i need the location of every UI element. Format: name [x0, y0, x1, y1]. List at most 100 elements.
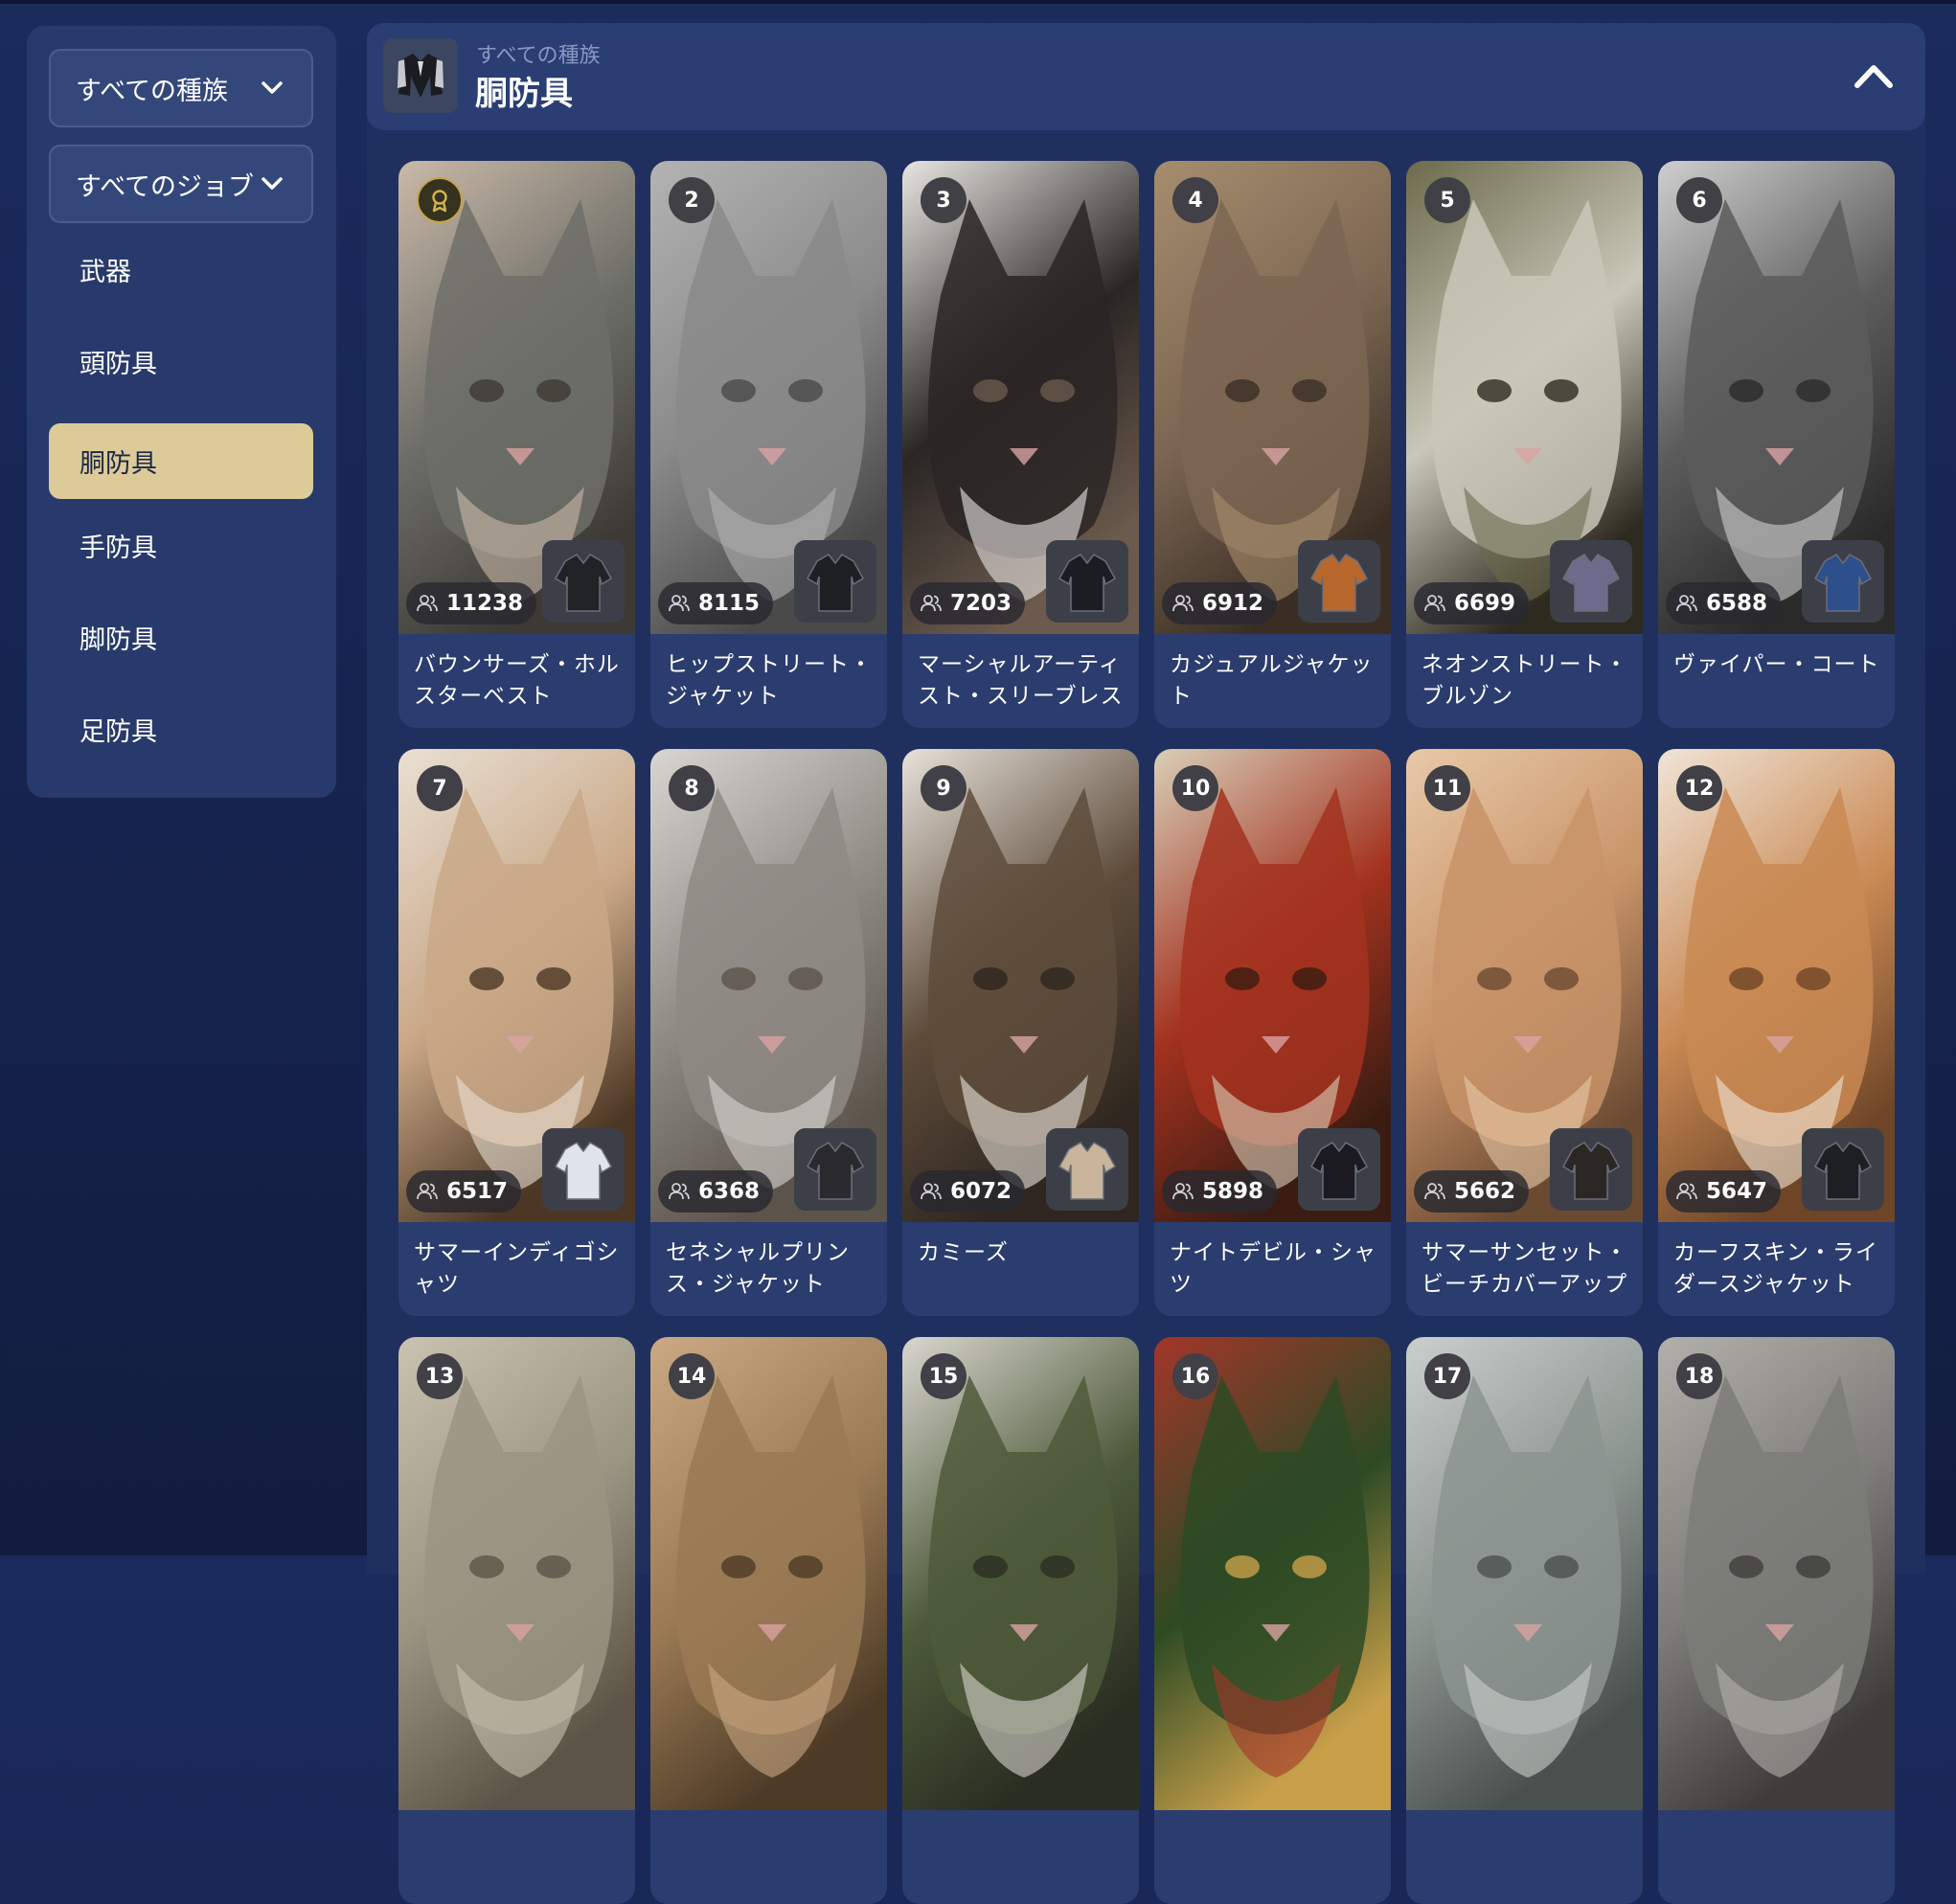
- item-card[interactable]: 7 6517 サマーインディゴシャツ: [398, 749, 635, 1316]
- rank-number: 14: [676, 1364, 707, 1389]
- garment-thumbnail-icon: [794, 1128, 876, 1211]
- cat-photo: [650, 1337, 887, 1810]
- garment-thumbnail-icon: [1046, 1128, 1128, 1211]
- sidebar-item-leg-armor[interactable]: 脚防具: [49, 600, 313, 675]
- garment-thumbnail-icon: [542, 1128, 625, 1211]
- sidebar-item-head-armor[interactable]: 頭防具: [49, 324, 313, 399]
- item-card[interactable]: 9 6072 カミーズ: [902, 749, 1139, 1316]
- cat-eye-right: [1292, 379, 1327, 402]
- rank-badge: 16: [1172, 1353, 1218, 1399]
- item-card[interactable]: 12 5647 カーフスキン・ライダースジャケット: [1658, 749, 1895, 1316]
- rank-number: 11: [1432, 776, 1463, 801]
- item-card[interactable]: 8 6368 セネシャルプリンス・ジャケット: [650, 749, 887, 1316]
- sidebar-item-label: 武器: [80, 258, 131, 287]
- user-count: 6588: [1706, 591, 1768, 616]
- rank-badge: 10: [1172, 765, 1218, 811]
- user-count: 6517: [446, 1179, 509, 1204]
- rank-number: 5: [1440, 188, 1455, 213]
- item-card[interactable]: 13: [398, 1337, 635, 1904]
- item-name: バウンサーズ・ホルスターベスト: [414, 652, 620, 709]
- users-icon: [417, 595, 438, 612]
- cat-eye-right: [788, 379, 823, 402]
- item-name: カジュアルジャケット: [1170, 652, 1374, 709]
- rank-number: 10: [1180, 776, 1211, 801]
- cat-photo: [902, 1337, 1139, 1810]
- cat-photo: [398, 1337, 635, 1810]
- cat-eye-right: [788, 1555, 823, 1578]
- main-panel: すべての種族 胴防具 11238 バウンサーズ・ホルスターベスト 2 8115 ヒップス…: [367, 23, 1925, 1904]
- cat-eye-right: [1040, 1555, 1075, 1578]
- item-card[interactable]: 18: [1658, 1337, 1895, 1904]
- rank-badge: 11: [1424, 765, 1470, 811]
- sidebar-item-hand-armor[interactable]: 手防具: [49, 508, 313, 583]
- sidebar-item-label: 脚防具: [80, 625, 157, 655]
- cat-eye-left: [1477, 379, 1512, 402]
- item-card[interactable]: 16: [1154, 1337, 1391, 1904]
- body-armor-icon: [383, 38, 458, 113]
- user-count: 5662: [1454, 1179, 1516, 1204]
- cat-eye-right: [536, 967, 571, 990]
- cat-eye-right: [536, 1555, 571, 1578]
- cat-eye-left: [469, 967, 504, 990]
- item-name: マーシャルアーティスト・スリーブレス: [918, 652, 1124, 709]
- rank-badge: 12: [1676, 765, 1722, 811]
- page-title: 胴防具: [475, 75, 573, 113]
- sidebar-item-foot-armor[interactable]: 足防具: [49, 691, 313, 767]
- item-card[interactable]: 2 8115 ヒップストリート・ジャケット: [650, 161, 887, 728]
- sidebar: すべての種族 すべてのジョブ 武器 頭防具 胴防具 手防具 脚防具 足防具: [27, 26, 336, 798]
- item-name: ヒップストリート・ジャケット: [666, 652, 873, 709]
- cat-eye-left: [1225, 379, 1260, 402]
- user-count: 7203: [950, 591, 1012, 616]
- item-card[interactable]: 4 6912 カジュアルジャケット: [1154, 161, 1391, 728]
- item-card[interactable]: 10 5898 ナイトデビル・シャツ: [1154, 749, 1391, 1316]
- users-icon: [1172, 1183, 1194, 1200]
- cat-eye-left: [1225, 1555, 1260, 1578]
- sidebar-item-weapons[interactable]: 武器: [49, 232, 313, 307]
- item-card[interactable]: 17: [1406, 1337, 1643, 1904]
- cat-eye-right: [1544, 1555, 1579, 1578]
- job-filter-dropdown[interactable]: すべてのジョブ: [49, 145, 313, 223]
- user-count-badge: 6699: [1414, 582, 1530, 624]
- item-card[interactable]: 15: [902, 1337, 1139, 1904]
- chevron-up-icon[interactable]: [1853, 59, 1895, 90]
- user-count-badge: 6072: [910, 1170, 1026, 1213]
- sidebar-item-label: 足防具: [80, 717, 157, 747]
- cat-eye-left: [469, 379, 504, 402]
- award-icon: [432, 190, 447, 213]
- item-card[interactable]: 11238 バウンサーズ・ホルスターベスト: [398, 161, 635, 728]
- cat-eye-right: [1796, 379, 1831, 402]
- item-card[interactable]: 14: [650, 1337, 887, 1904]
- user-count-badge: 6517: [406, 1170, 522, 1213]
- cat-eye-left: [973, 379, 1008, 402]
- cat-eye-left: [1477, 967, 1512, 990]
- user-count: 6368: [698, 1179, 761, 1204]
- race-filter-dropdown[interactable]: すべての種族: [49, 49, 313, 127]
- cat-photo: [1406, 1337, 1643, 1810]
- user-count-badge: 7203: [910, 582, 1026, 624]
- users-icon: [417, 1183, 438, 1200]
- users-icon: [921, 1183, 942, 1200]
- award-badge: [417, 177, 463, 223]
- item-name: ネオンストリート・ブルゾン: [1422, 652, 1628, 709]
- user-count: 5647: [1706, 1179, 1768, 1204]
- chevron-down-icon: [262, 81, 283, 94]
- cat-eye-left: [1225, 967, 1260, 990]
- user-count-badge: 8115: [658, 582, 774, 624]
- users-icon: [1676, 595, 1697, 612]
- sidebar-item-body-armor[interactable]: 胴防具: [49, 423, 313, 499]
- users-icon: [921, 595, 942, 612]
- item-card[interactable]: 3 7203 マーシャルアーティスト・スリーブレス: [902, 161, 1139, 728]
- item-card[interactable]: 6 6588 ヴァイパー・コート: [1658, 161, 1895, 728]
- rank-number: 16: [1180, 1364, 1211, 1389]
- cat-eye-right: [1796, 1555, 1831, 1578]
- job-filter-label: すべてのジョブ: [76, 171, 255, 202]
- garment-thumbnail-icon: [1802, 540, 1884, 623]
- user-count: 6699: [1454, 591, 1516, 616]
- sidebar-item-label: 胴防具: [80, 449, 157, 479]
- item-card[interactable]: 5 6699 ネオンストリート・ブルゾン: [1406, 161, 1643, 728]
- category-header[interactable]: すべての種族 胴防具: [367, 23, 1925, 130]
- user-count-badge: 5647: [1666, 1170, 1782, 1213]
- user-count: 6912: [1202, 591, 1264, 616]
- user-count-badge: 6368: [658, 1170, 774, 1213]
- item-card[interactable]: 11 5662 サマーサンセット・ビーチカバーアップ: [1406, 749, 1643, 1316]
